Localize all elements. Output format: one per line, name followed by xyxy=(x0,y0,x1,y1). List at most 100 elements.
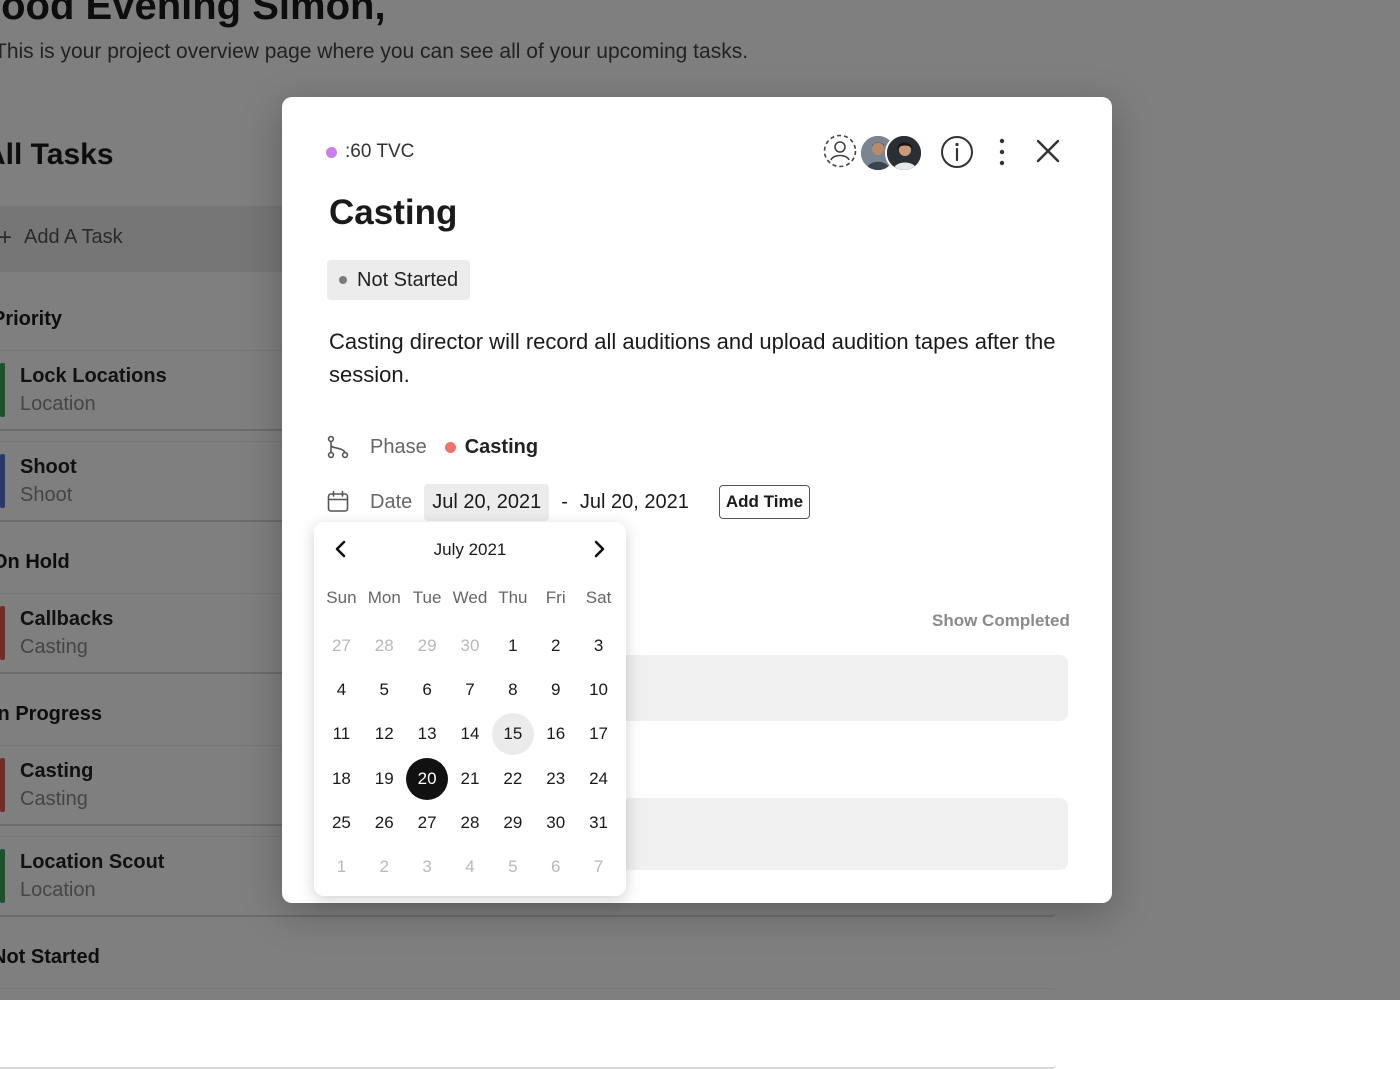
calendar-day-number: 8 xyxy=(508,680,518,700)
calendar-day[interactable]: 3 xyxy=(577,624,620,668)
subtask-input-area[interactable] xyxy=(612,655,1068,721)
calendar-day[interactable]: 11 xyxy=(320,712,363,756)
calendar-day[interactable]: 6 xyxy=(534,845,577,889)
calendar-day-number: 25 xyxy=(331,812,351,832)
calendar-day-number: 27 xyxy=(417,812,437,832)
calendar-day-selected[interactable]: 20 xyxy=(406,757,449,801)
phase-color-dot xyxy=(444,441,456,453)
calendar-day-number: 3 xyxy=(593,636,604,656)
phase-branch-icon xyxy=(327,435,349,459)
calendar-day-number: 31 xyxy=(589,812,609,832)
calendar-day-today[interactable]: 15 xyxy=(491,712,534,756)
calendar-day[interactable]: 4 xyxy=(320,668,363,712)
calendar-day-number: 7 xyxy=(465,680,475,700)
phase-row: Phase Casting xyxy=(326,427,538,467)
calendar-day-number: 1 xyxy=(508,636,518,656)
calendar-day-number: 7 xyxy=(593,857,604,877)
calendar-day[interactable]: 6 xyxy=(406,668,449,712)
phase-value[interactable]: Casting xyxy=(465,436,538,459)
calendar-day-number: 3 xyxy=(422,857,432,877)
more-vertical-icon[interactable] xyxy=(990,135,1014,169)
task-card[interactable] xyxy=(0,988,1056,1069)
calendar-day[interactable]: 28 xyxy=(363,624,406,668)
calendar-day-number: 10 xyxy=(589,680,609,700)
calendar-day-number: 30 xyxy=(546,812,566,832)
calendar-day[interactable]: 7 xyxy=(577,845,620,889)
calendar-day[interactable]: 16 xyxy=(534,712,577,756)
phase-label: Phase xyxy=(370,435,427,458)
chevron-right-icon[interactable] xyxy=(588,538,610,560)
info-icon[interactable] xyxy=(940,135,974,169)
calendar-day[interactable]: 10 xyxy=(577,668,620,712)
project-tag[interactable]: :60 TVC xyxy=(326,141,414,163)
calendar-day[interactable]: 13 xyxy=(406,712,449,756)
calendar-day[interactable]: 25 xyxy=(320,801,363,845)
calendar-day[interactable]: 21 xyxy=(449,757,492,801)
calendar-day-number: 5 xyxy=(508,857,518,877)
header-actions xyxy=(822,133,1072,172)
calendar-day[interactable]: 29 xyxy=(406,624,449,668)
weekday-label: Sun xyxy=(326,588,357,607)
weekday-label: Tue xyxy=(412,588,442,607)
calendar-day[interactable]: 12 xyxy=(363,712,406,756)
end-date-field[interactable]: Jul 20, 2021 xyxy=(580,491,689,514)
calendar-day[interactable]: 30 xyxy=(534,801,577,845)
calendar-day[interactable]: 1 xyxy=(491,624,534,668)
date-row: Date Jul 20, 2021 - Jul 20, 2021 Add Tim… xyxy=(326,482,811,522)
calendar-day-number: 23 xyxy=(546,768,566,788)
assign-user-icon[interactable] xyxy=(822,133,858,169)
calendar-day[interactable]: 14 xyxy=(449,712,492,756)
calendar-day[interactable]: 5 xyxy=(363,668,406,712)
calendar-day[interactable]: 2 xyxy=(363,845,406,889)
calendar-day-number: 15 xyxy=(491,713,534,756)
calendar-weekday-header: Sun Mon Tue Wed Thu Fri Sat xyxy=(320,588,620,608)
calendar-day[interactable]: 23 xyxy=(534,757,577,801)
calendar-day-number: 28 xyxy=(374,636,394,656)
status-badge[interactable]: Not Started xyxy=(327,260,471,300)
calendar-day[interactable]: 28 xyxy=(449,801,492,845)
weekday-label: Fri xyxy=(545,588,566,607)
calendar-day-number: 12 xyxy=(374,724,394,744)
calendar-day[interactable]: 18 xyxy=(320,757,363,801)
calendar-day-number: 4 xyxy=(465,857,475,877)
avatar[interactable] xyxy=(885,134,923,172)
calendar-day[interactable]: 22 xyxy=(491,757,534,801)
calendar-day[interactable]: 4 xyxy=(449,845,492,889)
calendar-day-number: 27 xyxy=(331,636,351,656)
task-description[interactable]: Casting director will record all auditio… xyxy=(329,325,1069,391)
project-color-dot xyxy=(326,146,337,158)
calendar-day[interactable]: 9 xyxy=(534,668,577,712)
close-icon[interactable] xyxy=(1032,135,1064,167)
task-title[interactable]: Casting xyxy=(329,193,457,233)
calendar-day[interactable]: 17 xyxy=(577,712,620,756)
calendar-day[interactable]: 2 xyxy=(534,624,577,668)
calendar-day-number: 21 xyxy=(460,768,480,788)
calendar-day[interactable]: 30 xyxy=(449,624,492,668)
calendar-day[interactable]: 27 xyxy=(320,624,363,668)
weekday-label: Wed xyxy=(452,588,488,607)
calendar-day[interactable]: 24 xyxy=(577,757,620,801)
calendar-day[interactable]: 8 xyxy=(491,668,534,712)
calendar-day-number: 26 xyxy=(374,812,394,832)
calendar-day[interactable]: 27 xyxy=(406,801,449,845)
calendar-day[interactable]: 5 xyxy=(491,845,534,889)
calendar-day[interactable]: 29 xyxy=(491,801,534,845)
calendar-day[interactable]: 19 xyxy=(363,757,406,801)
status-dot xyxy=(339,276,347,284)
comment-input-area[interactable] xyxy=(612,798,1068,870)
calendar-day-number: 30 xyxy=(460,636,480,656)
show-completed-toggle[interactable]: Show Completed xyxy=(932,611,1070,631)
calendar-day-number: 24 xyxy=(589,768,609,788)
calendar-day-number: 6 xyxy=(422,680,432,700)
calendar-day-grid: 27 28 29 30 1 2 3 4 5 6 7 8 9 10 11 12 13 14 15 16 17 18 19 20 2… xyxy=(320,624,620,889)
calendar-day-number: 2 xyxy=(379,857,389,877)
calendar-day-number: 9 xyxy=(550,680,561,700)
calendar-day[interactable]: 26 xyxy=(363,801,406,845)
calendar-day[interactable]: 31 xyxy=(577,801,620,845)
calendar-day[interactable]: 1 xyxy=(320,845,363,889)
start-date-field[interactable]: Jul 20, 2021 xyxy=(424,483,550,521)
status-label: Not Started xyxy=(357,268,459,291)
add-time-button[interactable]: Add Time xyxy=(718,485,811,519)
calendar-day[interactable]: 3 xyxy=(406,845,449,889)
calendar-day[interactable]: 7 xyxy=(449,668,492,712)
